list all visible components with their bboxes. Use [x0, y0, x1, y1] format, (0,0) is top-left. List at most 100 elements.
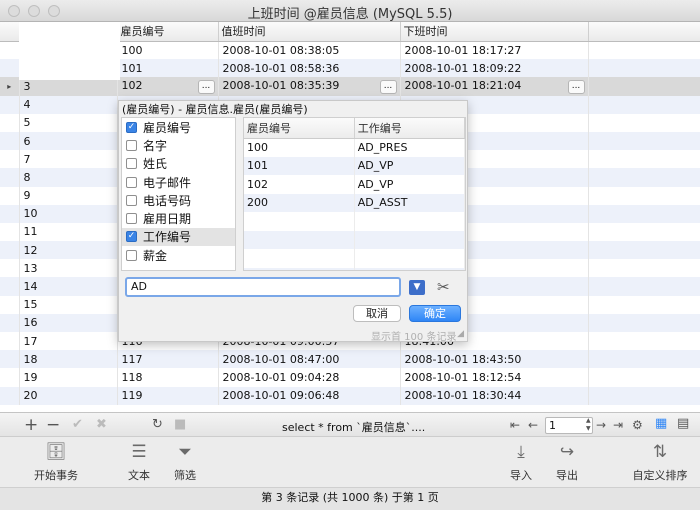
cell-empty[interactable] [588, 241, 700, 260]
cell-employee-id[interactable]: 119 [117, 386, 219, 405]
lookup-cell-employee-id[interactable] [244, 267, 355, 270]
cell-employee-id[interactable]: 100 [117, 41, 219, 60]
tools-icon[interactable]: ✂ [437, 278, 450, 296]
cell-empty[interactable] [588, 204, 700, 223]
lookup-cell-job-id[interactable]: AD_ASST [354, 193, 465, 212]
field-checklist-item[interactable]: 电子邮件 [122, 173, 235, 191]
ok-button[interactable]: 确定 [409, 305, 461, 322]
field-checklist-item[interactable]: 姓氏 [122, 155, 235, 173]
cell-empty[interactable] [588, 277, 700, 296]
row-indicator[interactable] [0, 131, 20, 151]
field-checkbox[interactable]: ✓ [126, 231, 137, 243]
cell-no[interactable]: 17 [19, 332, 118, 351]
cell-no[interactable]: 5 [19, 113, 118, 132]
cell-end-time[interactable]: 2008-10-01 18:09:22 [400, 59, 589, 78]
cell-no[interactable]: 14 [19, 277, 118, 296]
field-checklist-item[interactable]: 雇用日期 [122, 209, 235, 227]
cell-empty[interactable] [588, 368, 700, 387]
cell-empty[interactable] [588, 259, 700, 278]
row-indicator[interactable] [0, 150, 20, 169]
apply-changes-icon[interactable]: ✔ [72, 417, 83, 433]
row-indicator[interactable] [0, 368, 20, 387]
cell-no[interactable]: 12 [19, 241, 118, 260]
cell-employee-id[interactable]: 101 [117, 59, 219, 78]
row-indicator[interactable]: ▸ [0, 77, 20, 96]
cell-no[interactable]: 10 [19, 204, 118, 223]
begin-transaction-button[interactable]: 🗄 开始事务 [33, 441, 79, 483]
field-checklist-item[interactable]: 名字 [122, 136, 235, 154]
cell-empty[interactable] [588, 222, 700, 242]
cell-end-time[interactable]: 2008-10-01 18:17:27 [400, 41, 589, 60]
row-indicator[interactable] [0, 204, 20, 223]
field-checkbox[interactable]: ✓ [126, 121, 137, 133]
filter-button[interactable]: ⏷ 筛选 [170, 441, 200, 483]
cell-no[interactable]: 18 [19, 350, 118, 369]
cell-employee-id[interactable]: 102... [117, 77, 219, 96]
cell-no[interactable]: 19 [19, 368, 118, 387]
custom-sort-button[interactable]: ⇅ 自定义排序 [630, 441, 690, 483]
cell-empty[interactable] [588, 77, 700, 96]
discard-changes-icon[interactable]: ✖ [96, 417, 107, 433]
cell-employee-id[interactable]: 118 [117, 368, 219, 387]
lookup-cell-employee-id[interactable]: 200 [244, 193, 355, 212]
row-indicator[interactable] [0, 59, 20, 78]
settings-gear-icon[interactable]: ⚙ [632, 417, 643, 433]
first-page-icon[interactable]: ⇤ [510, 417, 520, 433]
cell-empty[interactable] [588, 95, 700, 114]
cell-empty[interactable] [588, 295, 700, 314]
cell-start-time[interactable]: 2008-10-01 08:47:00 [218, 350, 401, 369]
lookup-column-employee-id[interactable]: 雇员编号 [244, 118, 355, 139]
column-header-end-time[interactable]: 下班时间 [400, 22, 589, 42]
cell-empty[interactable] [588, 386, 700, 405]
cell-no[interactable]: 13 [19, 259, 118, 278]
stop-icon[interactable]: ■ [174, 417, 186, 433]
cell-start-time[interactable]: 2008-10-01 09:06:48 [218, 386, 401, 405]
cell-end-time[interactable]: 2008-10-01 18:43:50 [400, 350, 589, 369]
cell-no[interactable]: 6 [19, 131, 118, 151]
lookup-cell-job-id[interactable]: AD_VP [354, 156, 465, 175]
export-button[interactable]: ↪ 导出 [552, 441, 582, 483]
field-checkbox[interactable] [126, 176, 137, 188]
lookup-row[interactable]: 200 AD_ASST [244, 193, 465, 212]
lookup-row[interactable] [244, 249, 465, 268]
cell-no[interactable]: 15 [19, 295, 118, 314]
lookup-cell-job-id[interactable]: AD_VP [354, 175, 465, 194]
field-checkbox[interactable] [126, 194, 137, 206]
cell-no[interactable]: 20 [19, 386, 118, 405]
row-indicator[interactable] [0, 295, 20, 314]
previous-page-icon[interactable]: ← [528, 417, 538, 433]
column-header-employee-id[interactable]: 雇员编号 [117, 22, 219, 42]
lookup-cell-employee-id[interactable]: 101 [244, 156, 355, 175]
column-header-start-time[interactable]: 值班时间 [218, 22, 401, 42]
filter-apply-icon[interactable]: ▼ [409, 280, 425, 295]
row-indicator[interactable] [0, 186, 20, 205]
lookup-cell-employee-id[interactable] [244, 249, 355, 268]
field-checkbox[interactable] [126, 139, 137, 151]
lookup-cell-employee-id[interactable]: 100 [244, 138, 355, 157]
row-indicator[interactable] [0, 222, 20, 242]
row-indicator[interactable] [0, 313, 20, 332]
import-button[interactable]: ⤓ 导入 [506, 441, 536, 483]
lookup-cell-employee-id[interactable] [244, 230, 355, 249]
cell-empty[interactable] [588, 168, 700, 187]
last-page-icon[interactable]: ⇥ [613, 417, 623, 433]
cell-start-time[interactable]: 2008-10-01 08:58:36 [218, 59, 401, 78]
cell-no[interactable]: 7 [19, 150, 118, 169]
cell-empty[interactable] [588, 313, 700, 332]
cell-start-time[interactable]: 2008-10-01 09:04:28 [218, 368, 401, 387]
text-button[interactable]: ☰ 文本 [122, 441, 156, 483]
cell-end-time[interactable]: 2008-10-01 18:21:04... [400, 77, 589, 96]
cell-empty[interactable] [588, 113, 700, 132]
lookup-column-job-id[interactable]: 工作编号 [354, 118, 465, 139]
row-indicator[interactable] [0, 95, 20, 114]
table-row[interactable]: 20 119 2008-10-01 09:06:48 2008-10-01 18:30… [0, 386, 700, 405]
field-checkbox[interactable] [126, 249, 137, 261]
cell-no[interactable]: 11 [19, 222, 118, 242]
lookup-cell-employee-id[interactable]: 102 [244, 175, 355, 194]
row-indicator[interactable] [0, 332, 20, 351]
cell-empty[interactable] [588, 131, 700, 151]
cell-empty[interactable] [588, 332, 700, 351]
row-indicator[interactable] [0, 168, 20, 187]
cell-no[interactable]: 16 [19, 313, 118, 332]
refresh-icon[interactable]: ↻ [152, 417, 163, 433]
